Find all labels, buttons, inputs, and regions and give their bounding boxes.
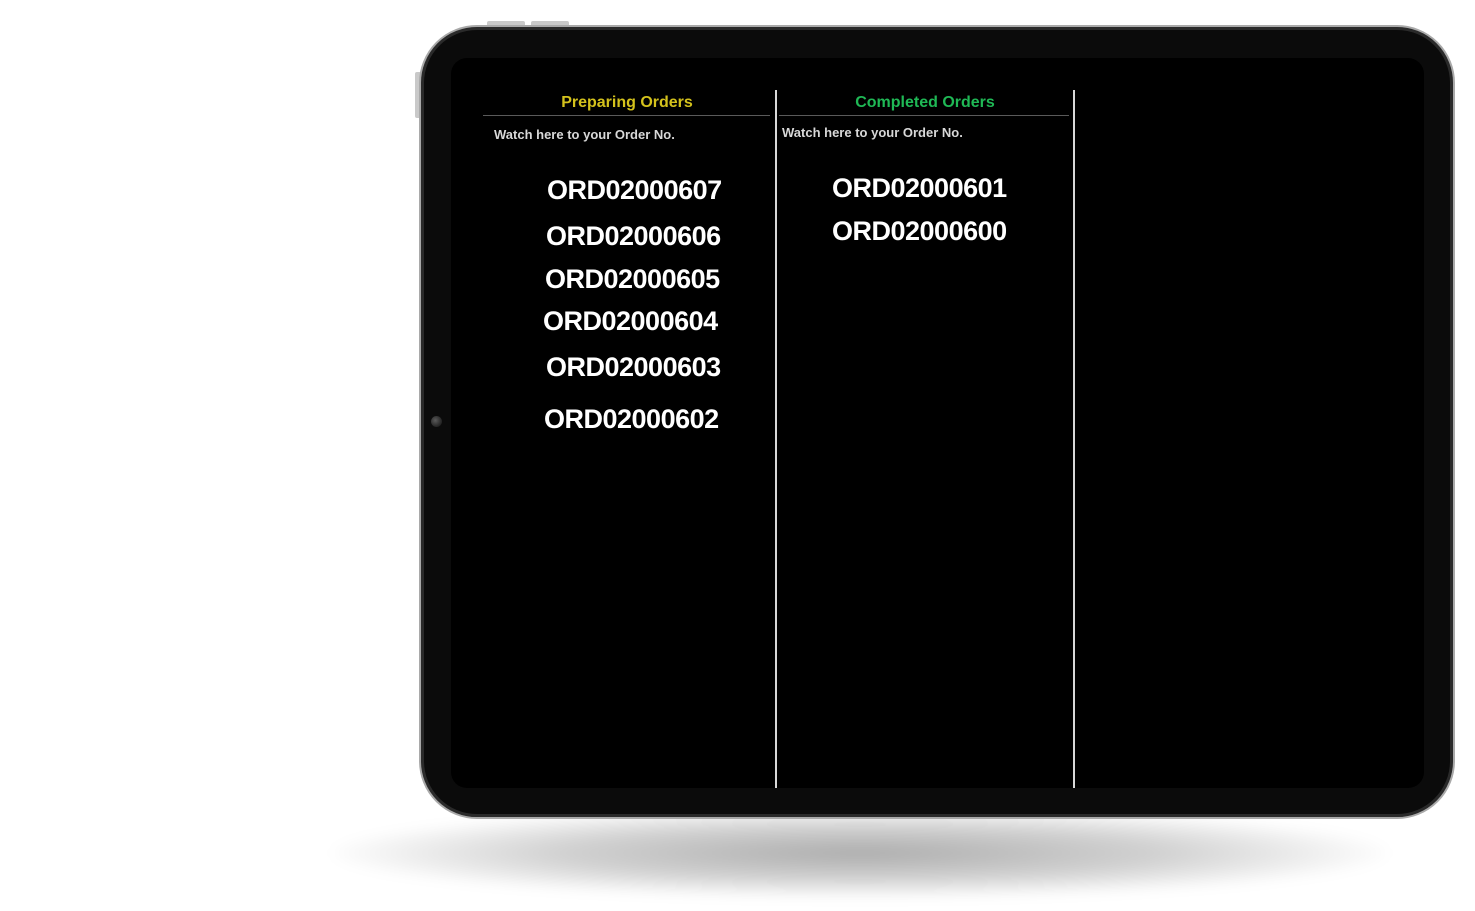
empty-right-panel	[1077, 58, 1424, 788]
completed-subtitle: Watch here to your Order No.	[782, 125, 963, 140]
preparing-order-item: ORD02000603	[546, 352, 721, 382]
column-divider	[1073, 90, 1075, 788]
preparing-order-item: ORD02000607	[547, 175, 722, 205]
preparing-title-underline	[483, 115, 770, 116]
preparing-order-item: ORD02000605	[545, 264, 720, 294]
device-shadow	[330, 808, 1390, 898]
preparing-order-item: ORD02000606	[546, 221, 721, 251]
order-status-screen: Preparing Orders Watch here to your Orde…	[451, 58, 1424, 788]
camera-icon	[431, 416, 442, 427]
completed-orders-title: Completed Orders	[855, 94, 995, 111]
device-mockup: Preparing Orders Watch here to your Orde…	[0, 0, 1475, 911]
completed-title-underline	[779, 115, 1069, 116]
column-divider	[775, 90, 777, 788]
preparing-order-item: ORD02000604	[543, 306, 718, 336]
preparing-order-item: ORD02000602	[544, 404, 719, 434]
completed-order-item: ORD02000600	[832, 216, 1007, 246]
completed-order-item: ORD02000601	[832, 173, 1007, 203]
preparing-orders-title: Preparing Orders	[561, 94, 693, 111]
preparing-subtitle: Watch here to your Order No.	[494, 127, 675, 142]
tablet-frame: Preparing Orders Watch here to your Orde…	[419, 25, 1455, 819]
